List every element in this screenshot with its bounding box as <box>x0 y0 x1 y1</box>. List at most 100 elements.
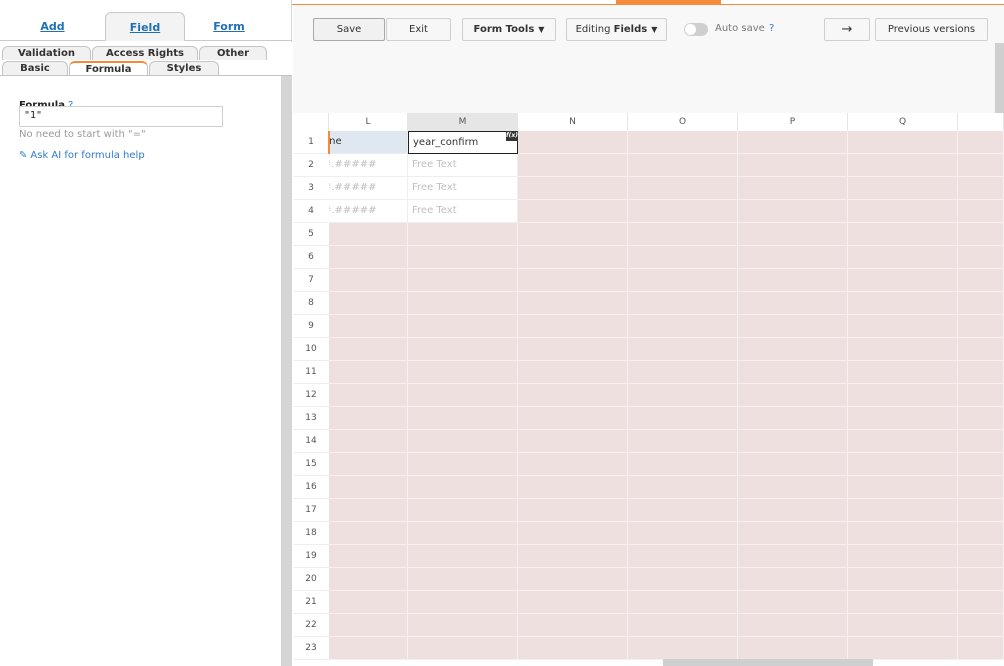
cell-m21[interactable] <box>408 591 518 614</box>
cell-l17[interactable] <box>329 499 408 522</box>
cell-partial[interactable] <box>958 453 1004 476</box>
cell-q19[interactable] <box>848 545 958 568</box>
cell-partial[interactable] <box>958 637 1004 660</box>
cell-q7[interactable] <box>848 269 958 292</box>
row-header-22[interactable]: 22 <box>293 614 329 637</box>
cell-partial[interactable] <box>958 315 1004 338</box>
cell-m10[interactable] <box>408 338 518 361</box>
column-header-n[interactable]: N <box>518 113 628 131</box>
cell-o5[interactable] <box>628 223 738 246</box>
cell-partial[interactable] <box>958 522 1004 545</box>
cell-m11[interactable] <box>408 361 518 384</box>
subtab-basic[interactable]: Basic <box>2 61 68 75</box>
row-header-2[interactable]: 2 <box>293 154 329 177</box>
cell-o12[interactable] <box>628 384 738 407</box>
row-header-5[interactable]: 5 <box>293 223 329 246</box>
cell-m7[interactable] <box>408 269 518 292</box>
cell-o22[interactable] <box>628 614 738 637</box>
cell-o15[interactable] <box>628 453 738 476</box>
cell-n16[interactable] <box>518 476 628 499</box>
cell-n10[interactable] <box>518 338 628 361</box>
cell-n9[interactable] <box>518 315 628 338</box>
cell-m9[interactable] <box>408 315 518 338</box>
cell-p6[interactable] <box>738 246 848 269</box>
cell-m3[interactable]: Free Text <box>408 177 518 200</box>
cell-o6[interactable] <box>628 246 738 269</box>
cell-m16[interactable] <box>408 476 518 499</box>
cell-partial[interactable] <box>958 246 1004 269</box>
cell-partial[interactable] <box>958 614 1004 637</box>
cell-m13[interactable] <box>408 407 518 430</box>
cell-p12[interactable] <box>738 384 848 407</box>
tab-add-components[interactable]: Add Components <box>6 12 99 62</box>
ask-ai-link[interactable]: ✎ Ask AI for formula help <box>19 150 145 161</box>
cell-n14[interactable] <box>518 430 628 453</box>
cell-o17[interactable] <box>628 499 738 522</box>
cell-p4[interactable] <box>738 200 848 223</box>
column-header-o[interactable]: O <box>628 113 738 131</box>
row-header-17[interactable]: 17 <box>293 499 329 522</box>
cell-m2[interactable]: Free Text <box>408 154 518 177</box>
horizontal-scrollbar[interactable] <box>663 659 873 666</box>
cell-n2[interactable] <box>518 154 628 177</box>
cell-o1[interactable] <box>628 131 738 154</box>
cell-p19[interactable] <box>738 545 848 568</box>
arrow-right-icon[interactable]: → <box>824 18 870 41</box>
cell-partial[interactable] <box>958 476 1004 499</box>
cell-n21[interactable] <box>518 591 628 614</box>
cell-q12[interactable] <box>848 384 958 407</box>
cell-l3[interactable]: #.##### <box>329 177 408 200</box>
row-header-14[interactable]: 14 <box>293 430 329 453</box>
cell-l4[interactable]: #.##### <box>329 200 408 223</box>
row-header-1[interactable]: 1 <box>293 131 329 154</box>
cell-p7[interactable] <box>738 269 848 292</box>
row-header-9[interactable]: 9 <box>293 315 329 338</box>
cell-partial[interactable] <box>958 545 1004 568</box>
cell-l16[interactable] <box>329 476 408 499</box>
row-header-15[interactable]: 15 <box>293 453 329 476</box>
cell-l9[interactable] <box>329 315 408 338</box>
autosave-help-icon[interactable]: ? <box>769 23 774 34</box>
cell-n7[interactable] <box>518 269 628 292</box>
cell-q17[interactable] <box>848 499 958 522</box>
cell-n3[interactable] <box>518 177 628 200</box>
cell-partial[interactable] <box>958 407 1004 430</box>
editing-mode-dropdown[interactable]: Editing Fields ▼ <box>566 18 667 41</box>
cell-q9[interactable] <box>848 315 958 338</box>
row-header-8[interactable]: 8 <box>293 292 329 315</box>
tab-field-settings[interactable]: Field Settings <box>105 12 185 63</box>
cell-p11[interactable] <box>738 361 848 384</box>
subtab-validation[interactable]: Validation <box>2 46 91 60</box>
cell-n4[interactable] <box>518 200 628 223</box>
cell-q11[interactable] <box>848 361 958 384</box>
column-header-partial[interactable] <box>958 113 1004 131</box>
cell-l12[interactable] <box>329 384 408 407</box>
cell-p10[interactable] <box>738 338 848 361</box>
cell-p14[interactable] <box>738 430 848 453</box>
row-header-12[interactable]: 12 <box>293 384 329 407</box>
cell-m12[interactable] <box>408 384 518 407</box>
cell-m19[interactable] <box>408 545 518 568</box>
cell-p21[interactable] <box>738 591 848 614</box>
cell-q18[interactable] <box>848 522 958 545</box>
save-button[interactable]: Save <box>313 18 385 41</box>
cell-n23[interactable] <box>518 637 628 660</box>
cell-l10[interactable] <box>329 338 408 361</box>
cell-m1[interactable]: year_confirm <box>408 131 518 154</box>
cell-p17[interactable] <box>738 499 848 522</box>
cell-partial[interactable] <box>958 430 1004 453</box>
cell-q1[interactable] <box>848 131 958 154</box>
subtab-formula[interactable]: Formula <box>69 61 148 75</box>
cell-p15[interactable] <box>738 453 848 476</box>
row-header-4[interactable]: 4 <box>293 200 329 223</box>
cell-partial[interactable] <box>958 154 1004 177</box>
cell-l14[interactable] <box>329 430 408 453</box>
cell-n8[interactable] <box>518 292 628 315</box>
cell-p20[interactable] <box>738 568 848 591</box>
cell-l13[interactable] <box>329 407 408 430</box>
cell-p9[interactable] <box>738 315 848 338</box>
cell-o21[interactable] <box>628 591 738 614</box>
cell-o18[interactable] <box>628 522 738 545</box>
cell-q6[interactable] <box>848 246 958 269</box>
row-header-7[interactable]: 7 <box>293 269 329 292</box>
